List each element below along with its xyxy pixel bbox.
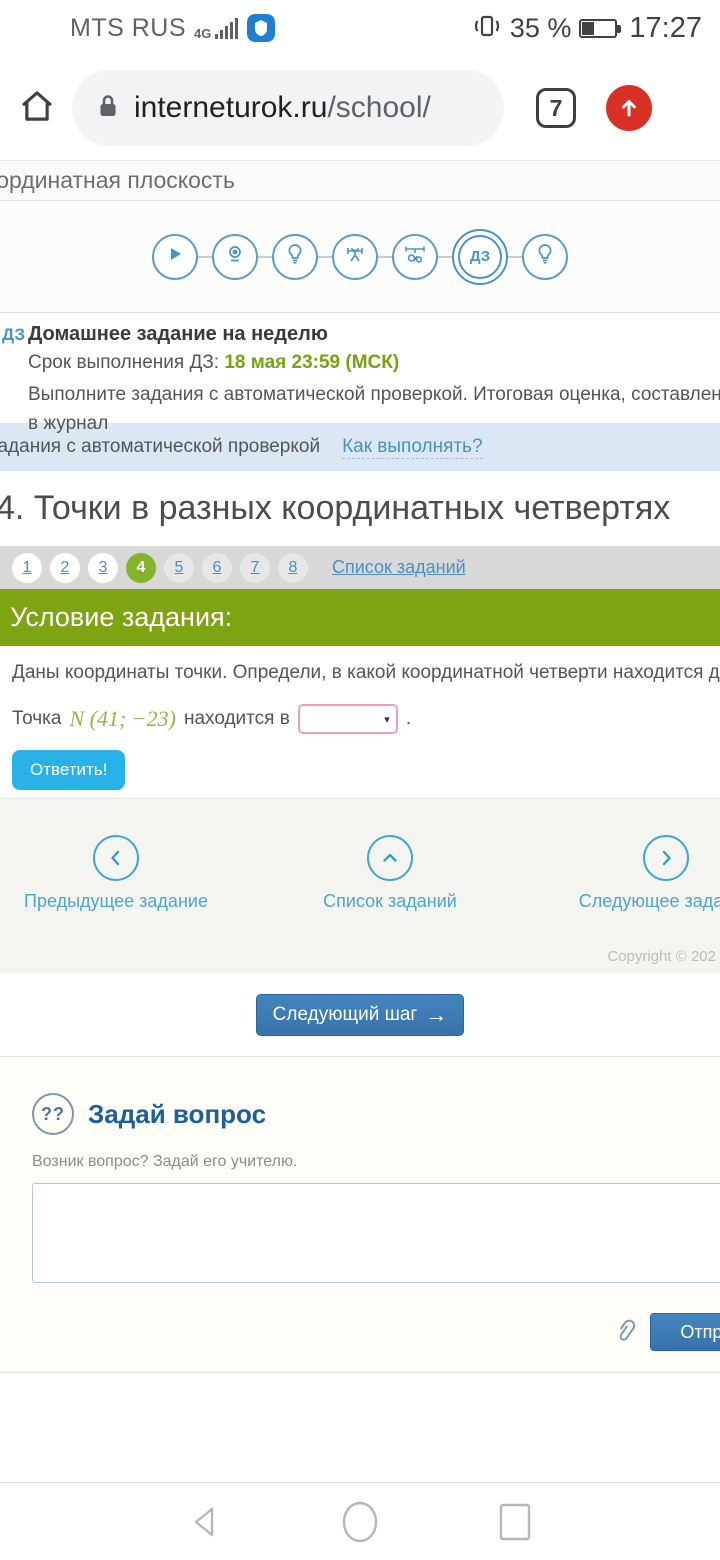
homework-info-section: ДЗ Домашнее задание на неделю Срок выпол… <box>0 313 720 434</box>
task-body: Даны координаты точки. Определи, в какой… <box>0 646 720 798</box>
battery-percent-label: 35 % <box>509 12 572 43</box>
step-webinar-button[interactable] <box>212 233 258 280</box>
next-task-button[interactable]: Следующее задание <box>556 835 720 912</box>
battery-icon <box>579 18 622 38</box>
tab-switcher-button[interactable]: 7 <box>536 88 576 128</box>
android-home-button[interactable] <box>340 1500 380 1544</box>
clock-label: 17:27 <box>629 11 702 44</box>
webcam-icon <box>225 244 245 269</box>
condition-text: Даны координаты точки. Определи, в какой… <box>12 662 720 683</box>
next-step-row: Следующий шаг → <box>0 973 720 1057</box>
quadrant-select[interactable]: ▾ <box>297 704 398 734</box>
point-formula: N (41; −23) <box>69 706 176 731</box>
prev-task-label: Предыдущее задание <box>24 891 208 911</box>
send-question-button[interactable]: Отправить <box>650 1313 720 1351</box>
homework-badge-label: ДЗ <box>2 325 25 344</box>
question-textarea[interactable] <box>32 1183 720 1283</box>
next-step-button[interactable]: Следующий шаг → <box>255 993 465 1036</box>
arrow-right-icon: → <box>425 1001 448 1027</box>
question-period: . <box>405 708 412 729</box>
homework-deadline-date: 18 мая 23:59 (МСК) <box>224 352 400 373</box>
step-homework-button[interactable]: ДЗ <box>452 228 508 285</box>
url-text: interneturok.ru/school/ <box>134 91 431 124</box>
homework-title: Домашнее задание на неделю <box>28 323 328 345</box>
condition-header-bar: Условие задания: <box>0 589 720 646</box>
step-extra-theory-button[interactable] <box>522 233 568 280</box>
notification-app-icon <box>247 14 276 42</box>
carrier-label: MTS RUS <box>70 13 186 42</box>
autocheck-label: Задания с автоматической проверкой <box>0 436 321 457</box>
homework-description-line2: в журнал <box>28 413 109 434</box>
ask-question-section: ?? Задай вопрос Возник вопрос? Задай его… <box>0 1057 720 1373</box>
web-page: Координатная плоскость <box>0 160 720 1482</box>
task-page-4-active[interactable]: 4 <box>126 552 156 583</box>
next-task-label: Следующее задание <box>578 891 720 911</box>
question-marks-icon: ?? <box>32 1093 74 1135</box>
question-suffix: находится в <box>183 708 290 729</box>
vibrate-icon <box>472 11 502 46</box>
task-page-1[interactable]: 1 <box>12 552 42 583</box>
task-list-label: Список заданий <box>323 891 457 911</box>
task-page-5[interactable]: 5 <box>164 552 194 583</box>
task-page-3[interactable]: 3 <box>88 552 118 583</box>
lock-icon <box>98 93 118 124</box>
chevron-up-icon <box>367 835 413 881</box>
status-bar: MTS RUS 4G 35 % 17:27 <box>0 0 720 56</box>
browser-toolbar: interneturok.ru/school/ 7 <box>0 56 720 160</box>
task-nav-section: Предыдущее задание Список заданий Следую… <box>0 798 720 973</box>
lesson-stepper: ДЗ <box>152 228 568 285</box>
answer-button[interactable]: Ответить! <box>12 750 126 790</box>
chevron-down-icon: ▾ <box>384 713 390 726</box>
how-to-link[interactable]: Как выполнять? <box>342 436 483 459</box>
network-type-badge: 4G <box>194 26 212 41</box>
condition-header: Условие задания: <box>10 602 233 632</box>
scored-trainer-icon <box>403 244 427 269</box>
task-page-6[interactable]: 6 <box>202 552 232 583</box>
step-scored-trainer-button[interactable] <box>392 233 438 280</box>
android-recents-button[interactable] <box>498 1502 532 1542</box>
task-list-link[interactable]: Список заданий <box>332 557 466 578</box>
task-page-7[interactable]: 7 <box>240 552 270 583</box>
lightbulb-icon <box>535 243 555 270</box>
play-icon <box>166 245 184 268</box>
ask-question-heading: Задай вопрос <box>88 1098 267 1129</box>
signal-strength-icon: 4G <box>194 16 239 40</box>
home-button[interactable] <box>16 85 58 132</box>
task-page-8[interactable]: 8 <box>278 552 308 583</box>
task-page-2[interactable]: 2 <box>50 552 80 583</box>
chevron-right-icon <box>643 835 689 881</box>
android-navigation-bar <box>0 1482 720 1560</box>
page-bottom-spacer <box>0 1373 720 1482</box>
step-theory-button[interactable] <box>272 233 318 280</box>
url-bar[interactable]: interneturok.ru/school/ <box>72 70 504 146</box>
ask-question-subtitle: Возник вопрос? Задай его учителю. <box>32 1153 298 1170</box>
task-list-button[interactable]: Список заданий <box>280 835 500 912</box>
task-pagination: 1 2 3 4 5 6 7 8 Список заданий <box>0 546 720 589</box>
lesson-breadcrumb-row: Координатная плоскость <box>0 161 720 201</box>
task-heading-row: 4. Точки в разных координатных четвертях <box>0 471 720 546</box>
prev-task-button[interactable]: Предыдущее задание <box>6 835 226 912</box>
homework-badge: ДЗ <box>458 234 502 279</box>
homework-description-line1: Выполните задания с автоматической прове… <box>28 384 720 405</box>
trainer-icon <box>344 244 366 269</box>
copyright-text: Copyright © 202 <box>607 948 716 965</box>
attach-file-button[interactable] <box>610 1317 638 1354</box>
lightbulb-icon <box>285 243 305 270</box>
question-prefix: Точка <box>12 708 62 729</box>
lesson-title[interactable]: Координатная плоскость <box>0 167 235 194</box>
task-heading: 4. Точки в разных координатных четвертях <box>0 489 671 527</box>
step-video-button[interactable] <box>152 233 198 280</box>
step-trainer-button[interactable] <box>332 233 378 280</box>
browser-update-button[interactable] <box>606 85 652 131</box>
android-back-button[interactable] <box>188 1504 222 1540</box>
chevron-left-icon <box>93 835 139 881</box>
homework-deadline: Срок выполнения ДЗ: 18 мая 23:59 (МСК) <box>28 352 400 373</box>
lesson-stepper-section: ДЗ <box>0 201 720 313</box>
